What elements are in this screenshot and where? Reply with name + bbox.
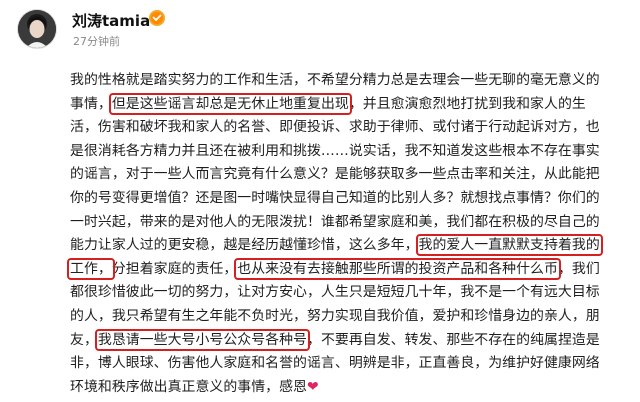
post-line: 一时兴起，带来的是对他人的无限泼扰！谁都希望家庭和美，我们都在积极的尽自己的 (70, 212, 600, 232)
post-text: 的人，我只希望有生之年能不负时光，努力实现自我价值，爱护和珍惜身边的亲人，朋 (70, 308, 600, 324)
post-text: 一时兴起，带来的是对他人的无限泼扰！谁都希望家庭和美，我们都在积极的尽自己的 (70, 213, 600, 230)
avatar-photo (18, 10, 56, 48)
post-text: 能力让家人过的更安稳，越是经历越懂珍惜，这么多年， (70, 237, 419, 254)
post-line: 的谣言，对于一些人而言究竟有什么意义？是能够获取多一些点击率和关注，从此能把 (70, 164, 600, 184)
post-text: ，我们 (557, 260, 600, 277)
avatar[interactable] (18, 10, 56, 48)
post-text: 你的号变得更增值？还是图一时嘴快显得自己知道的比别人多？就想找点事情？你们的 (70, 190, 600, 206)
post-line: 活，伤害和破坏我和家人的名誉、即便投诉、求助于律师、或付诸于行动起诉对方，也 (70, 117, 600, 137)
post-line: 友，我恳请一些大号小号公众号各种号，不要再自发、转发、那些不存在的纯属捏造是 (70, 328, 600, 351)
post-text: 分担着家庭的责任， (111, 260, 238, 277)
post-text: 活，伤害和破坏我和家人的名誉、即便投诉、求助于律师、或付诸于行动起诉对方，也 (70, 119, 600, 136)
post-line: 非，博人眼球、伤害他人家庭和名誉的谣言、明辨是非，正直善良，为维护好健康网络 (70, 353, 600, 373)
post-line: 都很珍惜彼此一切的努力，让对方安心，人生只是短短几十年，我不是一个有远大目标 (70, 282, 600, 302)
post-text: 友， (70, 331, 98, 348)
post-line: 工作，分担着家庭的责任，也从来没有去接触那些所谓的投资产品和各种什么币，我们 (67, 257, 600, 280)
post-text: 是很消耗各方精力并且还在被利用和挑拨……说实话，我不知道发这些根本不存在事实 (70, 142, 600, 159)
heart-icon: ❤ (307, 378, 319, 395)
post-line: 你的号变得更增值？还是图一时嘴快显得自己知道的比别人多？就想找点事情？你们的 (70, 188, 600, 208)
post-timestamp: 27分钟前 (73, 35, 120, 48)
post-line: 我的性格就是踏实努力的工作和生活，不希望分精力总是去理会一些无聊的毫无意义的 (70, 70, 600, 90)
post-text: 都很珍惜彼此一切的努力，让对方安心，人生只是短短几十年，我不是一个有远大目标 (70, 284, 600, 301)
post-text: ，不要再自发、转发、那些不存在的纯属捏造是 (307, 331, 600, 348)
author-name[interactable]: 刘涛tamia (72, 10, 150, 31)
highlighted-phrase: 工作， (67, 257, 115, 280)
post-text: 非，博人眼球、伤害他人家庭和名誉的谣言、明辨是非，正直善良，为维护好健康网络 (70, 355, 600, 372)
post-line: 能力让家人过的更安稳，越是经历越懂珍惜，这么多年，我的爱人一直默默支持着我的 (70, 234, 603, 257)
highlighted-phrase: 我的爱人一直默默支持着我的 (415, 234, 603, 257)
post-text: 事情， (70, 95, 112, 112)
verified-badge-icon (149, 10, 165, 26)
post-text: 的谣言，对于一些人而言究竟有什么意义？是能够获取多一些点击率和关注，从此能把 (70, 166, 600, 183)
highlighted-phrase: 我恳请一些大号小号公众号各种号 (94, 328, 311, 351)
highlighted-phrase: 也从来没有去接触那些所谓的投资产品和各种什么币 (234, 257, 561, 280)
post-text: 环境和秩序做出真正意义的事情，感恩 (70, 378, 307, 395)
post-line: 环境和秩序做出真正意义的事情，感恩❤ (70, 377, 319, 397)
post-text: 我的性格就是踏实努力的工作和生活，不希望分精力总是去理会一些无聊的毫无意义的 (70, 72, 600, 88)
post-line: 的人，我只希望有生之年能不负时光，努力实现自我价值，爱护和珍惜身边的亲人，朋 (70, 306, 600, 326)
post-text: ，并且愈演愈烈地打扰到我和家人的生 (348, 95, 586, 112)
post-line: 是很消耗各方精力并且还在被利用和挑拨……说实话，我不知道发这些根本不存在事实 (70, 141, 600, 161)
post-line: 事情，但是这些谣言却总是无休止地重复出现，并且愈演愈烈地打扰到我和家人的生 (70, 92, 586, 115)
highlighted-phrase: 但是这些谣言却总是无休止地重复出现 (108, 92, 352, 115)
